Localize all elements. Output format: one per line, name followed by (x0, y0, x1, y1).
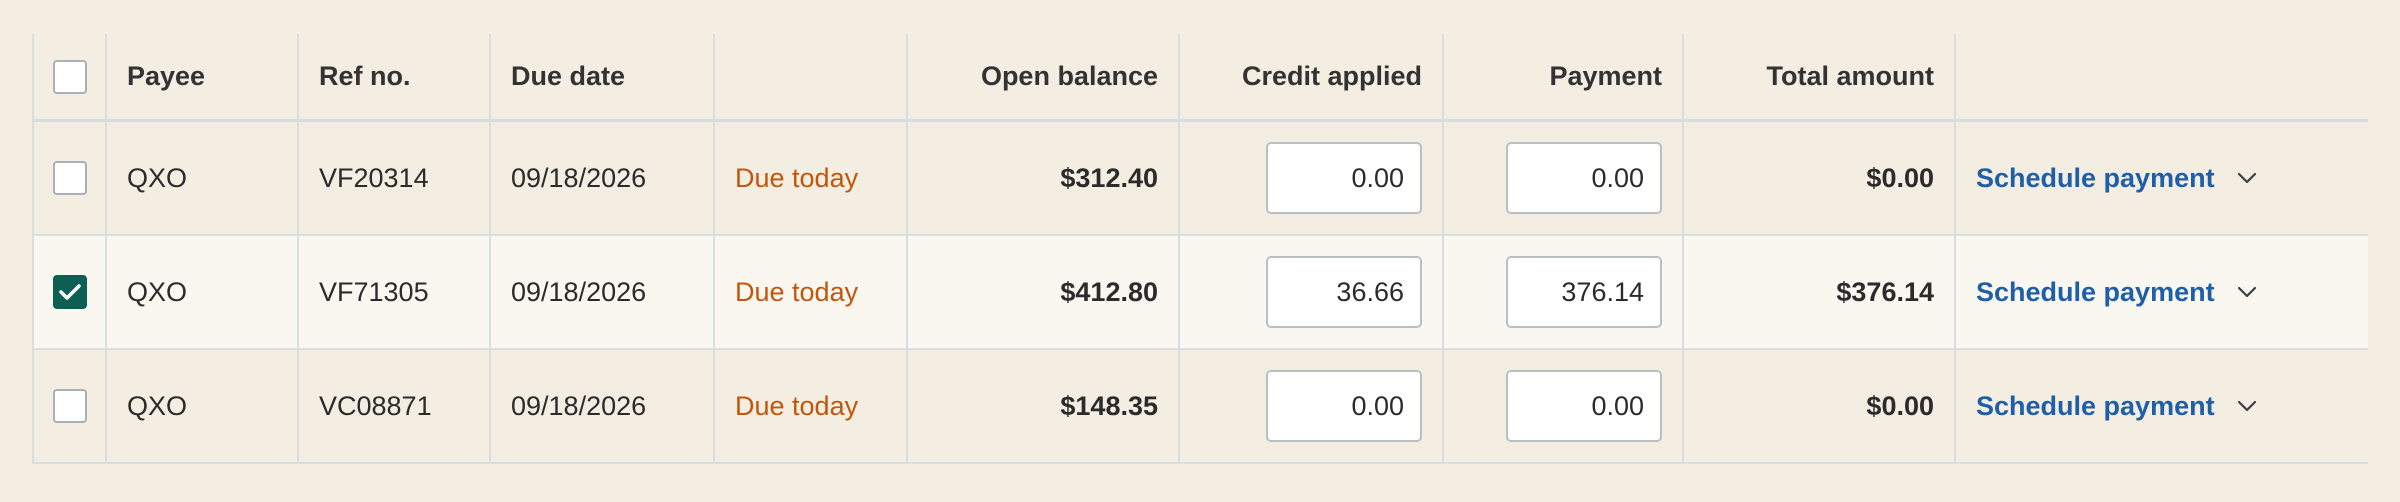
status-badge: Due today (715, 236, 908, 348)
header-payee[interactable]: Payee (107, 34, 299, 119)
payment-input[interactable] (1506, 370, 1662, 442)
select-all-cell (32, 34, 107, 119)
credit-applied-cell (1180, 122, 1444, 234)
credit-applied-input[interactable] (1266, 370, 1422, 442)
schedule-payment-link[interactable]: Schedule payment (1976, 163, 2215, 194)
row-select-cell (32, 350, 107, 462)
payment-cell (1444, 350, 1684, 462)
payee-cell: QXO (107, 122, 299, 234)
payment-cell (1444, 236, 1684, 348)
open-balance-cell: $148.35 (908, 350, 1180, 462)
header-open-balance[interactable]: Open balance (908, 34, 1180, 119)
header-payment: Payment (1444, 34, 1684, 119)
credit-applied-input[interactable] (1266, 256, 1422, 328)
payment-input[interactable] (1506, 256, 1662, 328)
status-badge: Due today (715, 122, 908, 234)
payment-input[interactable] (1506, 142, 1662, 214)
payee-cell: QXO (107, 350, 299, 462)
header-action (1956, 34, 2368, 119)
check-icon (58, 284, 81, 300)
ref-no-cell: VF71305 (299, 236, 491, 348)
header-ref-no[interactable]: Ref no. (299, 34, 491, 119)
table-row: QXO VC08871 09/18/2026 Due today $148.35… (32, 350, 2368, 464)
ref-no-cell: VC08871 (299, 350, 491, 462)
action-cell: Schedule payment (1956, 350, 2368, 462)
open-balance-cell: $312.40 (908, 122, 1180, 234)
bills-table: Payee Ref no. Due date Open balance Cred… (32, 34, 2368, 464)
row-checkbox[interactable] (52, 389, 87, 423)
row-checkbox[interactable] (52, 275, 87, 309)
action-cell: Schedule payment (1956, 122, 2368, 234)
total-amount-cell: $376.14 (1684, 236, 1956, 348)
total-amount-cell: $0.00 (1684, 122, 1956, 234)
schedule-payment-link[interactable]: Schedule payment (1976, 277, 2215, 308)
due-date-cell: 09/18/2026 (491, 236, 715, 348)
payment-cell (1444, 122, 1684, 234)
credit-applied-cell (1180, 350, 1444, 462)
table-row: QXO VF20314 09/18/2026 Due today $312.40… (32, 122, 2368, 236)
select-all-checkbox[interactable] (52, 59, 87, 94)
header-credit-applied: Credit applied (1180, 34, 1444, 119)
schedule-payment-link[interactable]: Schedule payment (1976, 391, 2215, 422)
row-checkbox[interactable] (52, 161, 87, 195)
row-select-cell (32, 236, 107, 348)
credit-applied-cell (1180, 236, 1444, 348)
action-cell: Schedule payment (1956, 236, 2368, 348)
total-amount-cell: $0.00 (1684, 350, 1956, 462)
table-body: QXO VF20314 09/18/2026 Due today $312.40… (32, 122, 2368, 464)
ref-no-cell: VF20314 (299, 122, 491, 234)
due-date-cell: 09/18/2026 (491, 122, 715, 234)
payee-cell: QXO (107, 236, 299, 348)
chevron-down-icon[interactable] (2237, 286, 2257, 298)
status-badge: Due today (715, 350, 908, 462)
header-status (715, 34, 908, 119)
header-total-amount: Total amount (1684, 34, 1956, 119)
chevron-down-icon[interactable] (2237, 172, 2257, 184)
table-header: Payee Ref no. Due date Open balance Cred… (32, 34, 2368, 122)
credit-applied-input[interactable] (1266, 142, 1422, 214)
chevron-down-icon[interactable] (2237, 400, 2257, 412)
row-select-cell (32, 122, 107, 234)
due-date-cell: 09/18/2026 (491, 350, 715, 462)
table-row: QXO VF71305 09/18/2026 Due today $412.80… (32, 236, 2368, 350)
header-due-date[interactable]: Due date (491, 34, 715, 119)
open-balance-cell: $412.80 (908, 236, 1180, 348)
